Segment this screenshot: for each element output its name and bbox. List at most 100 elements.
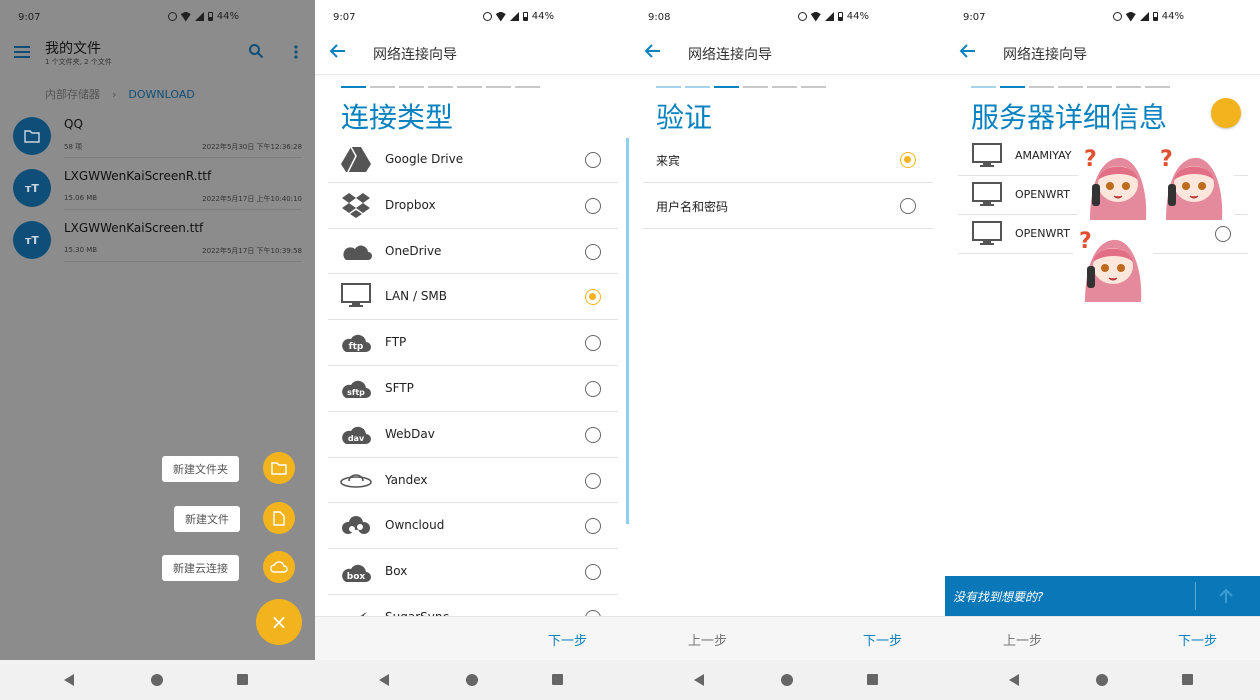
nav-back-icon[interactable] xyxy=(64,674,74,686)
toolbar: 我的文件 1 个文件夹, 2 个文件 xyxy=(0,34,315,76)
option-dropbox[interactable]: Dropbox xyxy=(328,183,618,229)
option-onedrive[interactable]: OneDrive xyxy=(328,229,618,275)
alarm-icon xyxy=(482,12,492,21)
server-name: OPENWRT xyxy=(1015,188,1070,201)
dimmed-file-list[interactable]: 9:07 44% 我的文件 1 个文件夹, 2 个文件 内部存储器 › DOWN… xyxy=(0,0,315,660)
option-guest[interactable]: 来宾 xyxy=(643,137,933,183)
new-cloud-connection-label[interactable]: 新建云连接 xyxy=(162,555,239,581)
wifi-icon xyxy=(495,11,506,22)
anime-sticker-image: ? xyxy=(1078,140,1158,220)
scrollbar[interactable] xyxy=(626,138,629,524)
box-icon: box xyxy=(340,557,372,585)
status-icons: 44% xyxy=(1112,11,1184,22)
help-bar[interactable]: 没有找到想要的? xyxy=(945,576,1260,617)
row-divider xyxy=(64,209,302,210)
option-username-password[interactable]: 用户名和密码 xyxy=(643,183,933,229)
arrow-up-icon[interactable] xyxy=(1217,587,1235,605)
next-button[interactable]: 下一步 xyxy=(1178,630,1217,649)
battery-percent: 44% xyxy=(531,11,554,22)
battery-icon xyxy=(1152,12,1158,21)
radio-button[interactable] xyxy=(585,380,601,397)
signal-icon xyxy=(194,12,204,21)
nav-recents-icon[interactable] xyxy=(552,674,563,685)
wifi-icon xyxy=(1125,11,1136,22)
new-file-label[interactable]: 新建文件 xyxy=(174,506,240,532)
nav-back-icon[interactable] xyxy=(1009,674,1019,686)
option-owncloud[interactable]: Owncloud xyxy=(328,503,618,550)
nav-recents-icon[interactable] xyxy=(237,674,248,685)
previous-button[interactable]: 上一步 xyxy=(1003,630,1042,649)
battery-icon xyxy=(522,12,528,21)
owncloud-icon xyxy=(340,511,372,539)
new-folder-label[interactable]: 新建文件夹 xyxy=(162,456,239,482)
new-folder-button[interactable] xyxy=(263,452,295,484)
nav-home-icon[interactable] xyxy=(1096,674,1108,686)
option-yandex[interactable]: Yandex xyxy=(328,458,618,504)
wizard-title: 网络连接向导 xyxy=(373,47,457,63)
onedrive-icon xyxy=(340,237,372,265)
status-time: 9:08 xyxy=(648,12,671,23)
radio-button[interactable] xyxy=(585,197,601,214)
option-box[interactable]: box Box xyxy=(328,549,618,595)
option-webdav[interactable]: dav WebDav xyxy=(328,412,618,458)
nav-home-icon[interactable] xyxy=(466,674,478,686)
option-ftp[interactable]: ftp FTP xyxy=(328,320,618,366)
battery-percent: 44% xyxy=(216,11,239,22)
breadcrumb-root[interactable]: 内部存储器 xyxy=(45,86,100,102)
nav-back-icon[interactable] xyxy=(694,674,704,686)
radio-button[interactable] xyxy=(585,518,601,535)
radio-button[interactable] xyxy=(585,564,601,581)
page-title: 我的文件 xyxy=(45,41,101,57)
new-cloud-connection-button[interactable] xyxy=(263,551,295,583)
new-file-button[interactable] xyxy=(263,502,295,534)
menu-icon[interactable] xyxy=(14,46,30,58)
option-google-drive[interactable]: Google Drive xyxy=(328,137,618,183)
option-label: OneDrive xyxy=(385,243,442,258)
status-bar: 9:07 44% xyxy=(0,0,315,34)
radio-button[interactable] xyxy=(585,426,601,443)
breadcrumb-current[interactable]: DOWNLOAD xyxy=(128,88,194,101)
nav-home-icon[interactable] xyxy=(781,674,793,686)
radio-button-selected[interactable] xyxy=(900,152,916,168)
radio-button[interactable] xyxy=(1215,226,1231,242)
app-bar-shadow xyxy=(315,74,630,76)
previous-button[interactable]: 上一步 xyxy=(688,630,727,649)
monitor-icon xyxy=(972,182,1002,206)
wizard-title: 网络连接向导 xyxy=(688,47,772,63)
list-item[interactable]: ᴛT LXGWWenKaiScreen.ttf 15.30 MB 2022年5月… xyxy=(0,221,315,273)
nav-back-icon[interactable] xyxy=(379,674,389,686)
radio-button[interactable] xyxy=(585,152,601,168)
monitor-icon xyxy=(340,282,372,310)
more-options-icon[interactable] xyxy=(290,44,302,60)
alarm-icon xyxy=(797,12,807,21)
option-sftp[interactable]: sftp SFTP xyxy=(328,366,618,412)
list-item[interactable]: QQ 58 项 2022年5月30日 下午12:36:28 xyxy=(0,117,315,169)
server-name: AMAMIYAY xyxy=(1015,149,1072,162)
nav-recents-icon[interactable] xyxy=(1182,674,1193,685)
option-lan-smb[interactable]: LAN / SMB xyxy=(328,274,618,321)
next-button[interactable]: 下一步 xyxy=(863,630,902,649)
back-arrow-icon[interactable] xyxy=(959,42,977,60)
system-nav-bar xyxy=(315,660,630,700)
authentication-panel: 9:08 44% 网络连接向导 验证 来宾 用户名和密码 上一步 下一步 xyxy=(630,0,945,700)
back-arrow-icon[interactable] xyxy=(644,42,662,60)
search-icon[interactable] xyxy=(248,43,264,59)
connection-type-list: Google Drive Dropbox OneDrive LAN / SMB … xyxy=(328,137,618,641)
nav-home-icon[interactable] xyxy=(151,674,163,686)
step-heading: 连接类型 xyxy=(341,101,454,134)
radio-button[interactable] xyxy=(585,335,601,352)
nav-recents-icon[interactable] xyxy=(867,674,878,685)
status-time: 9:07 xyxy=(18,12,41,23)
next-button[interactable]: 下一步 xyxy=(548,630,587,649)
option-label: Google Drive xyxy=(385,152,464,166)
back-arrow-icon[interactable] xyxy=(329,42,347,60)
radio-button[interactable] xyxy=(585,243,601,260)
radio-button[interactable] xyxy=(900,197,916,214)
server-name: OPENWRT xyxy=(1015,227,1070,240)
close-fab-button[interactable]: × xyxy=(256,599,302,645)
radio-button-selected[interactable] xyxy=(585,289,601,306)
status-bar: 9:07 44% xyxy=(945,0,1260,34)
list-item[interactable]: ᴛT LXGWWenKaiScreenR.ttf 15.06 MB 2022年5… xyxy=(0,169,315,221)
radio-button[interactable] xyxy=(585,472,601,489)
svg-text:dav: dav xyxy=(348,434,365,443)
